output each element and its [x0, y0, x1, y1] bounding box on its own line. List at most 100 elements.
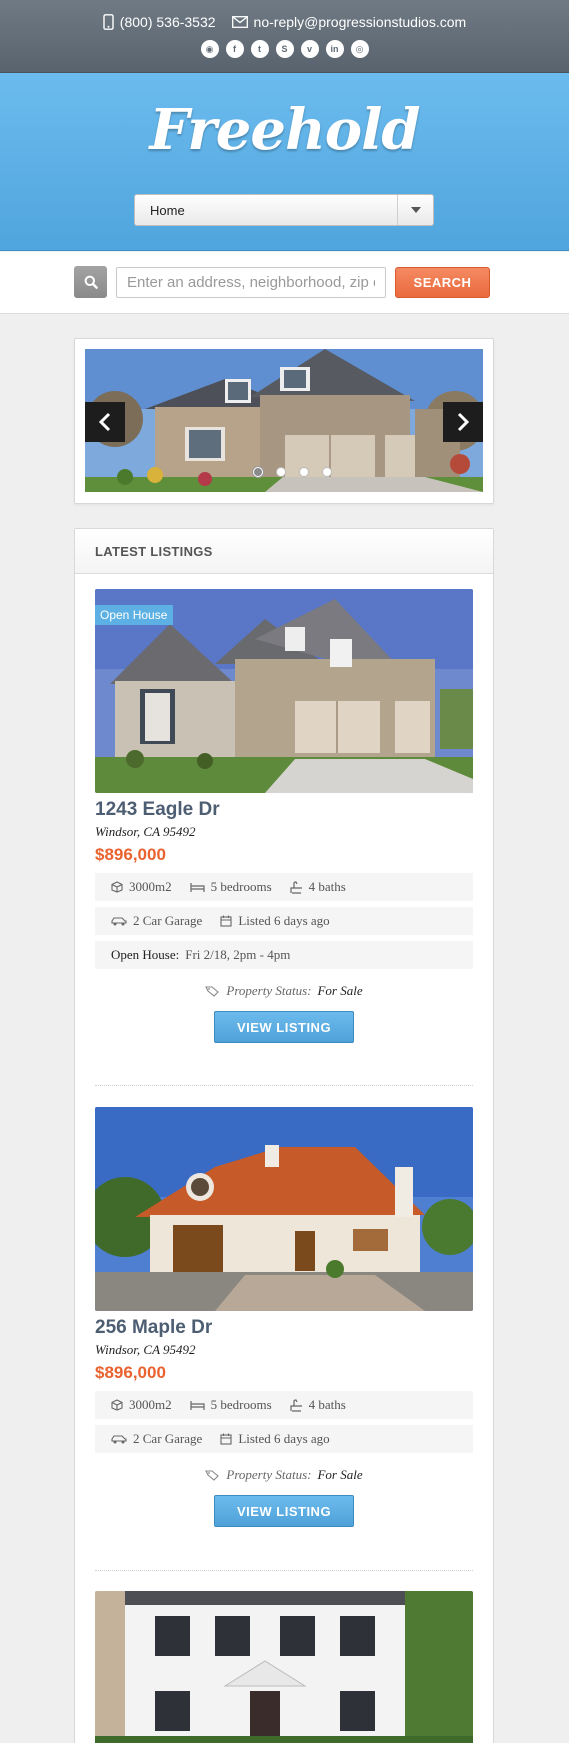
- open-house-time: Fri 2/18, 2pm - 4pm: [185, 947, 291, 962]
- calendar-icon: [220, 915, 232, 927]
- listing-divider: [95, 1570, 473, 1571]
- skype-icon[interactable]: S: [275, 40, 294, 58]
- listing-divider: [95, 1085, 473, 1086]
- open-house-info: Open House: Fri 2/18, 2pm - 4pm: [111, 947, 290, 963]
- listing-specs-row: 3000m2 5 bedrooms 4 baths: [95, 873, 473, 901]
- site-header: Freehold Home: [0, 73, 569, 251]
- area-value: 3000m2: [129, 1397, 172, 1412]
- section-title: LATEST LISTINGS: [75, 529, 493, 574]
- bedrooms-value: 5 bedrooms: [210, 1397, 272, 1412]
- listing-photo[interactable]: [95, 1591, 473, 1743]
- chevron-left-icon: [98, 412, 111, 432]
- nav-menu-select[interactable]: Home: [134, 194, 434, 226]
- site-logo[interactable]: Freehold: [0, 97, 569, 163]
- garage-spec: 2 Car Garage: [111, 1431, 202, 1447]
- cube-icon: [111, 881, 123, 893]
- open-house-badge: Open House: [95, 605, 174, 625]
- listing-photo[interactable]: [95, 1107, 473, 1311]
- view-listing-button[interactable]: VIEW LISTING: [214, 1011, 354, 1043]
- status-label: Property Status:: [226, 1467, 312, 1482]
- search-bar: SEARCH: [0, 252, 569, 314]
- search-icon: [84, 275, 98, 289]
- slider-dot[interactable]: [298, 467, 309, 477]
- listing-card: [95, 1591, 473, 1743]
- listing-card: 256 Maple Dr Windsor, CA 95492 $896,000 …: [95, 1107, 473, 1527]
- search-input[interactable]: [116, 267, 386, 298]
- bed-icon: [190, 1400, 205, 1410]
- slider-next-button[interactable]: [443, 402, 483, 442]
- slider-dot[interactable]: [252, 467, 263, 477]
- bedrooms-value: 5 bedrooms: [210, 879, 272, 894]
- twitter-icon[interactable]: t: [250, 40, 269, 58]
- cube-icon: [111, 1399, 123, 1411]
- garage-spec: 2 Car Garage: [111, 913, 202, 929]
- dribbble-icon[interactable]: ◎: [350, 40, 369, 58]
- listing-city: Windsor, CA 95492: [95, 824, 196, 839]
- baths-spec: 4 baths: [290, 879, 346, 895]
- listing-extra-row: 2 Car Garage Listed 6 days ago: [95, 907, 473, 935]
- bath-icon: [290, 880, 302, 894]
- bedrooms-spec: 5 bedrooms: [190, 879, 272, 895]
- slider-prev-button[interactable]: [85, 402, 125, 442]
- status-label: Property Status:: [226, 983, 312, 998]
- baths-spec: 4 baths: [290, 1397, 346, 1413]
- listing-extra-row: 2 Car Garage Listed 6 days ago: [95, 1425, 473, 1453]
- garage-value: 2 Car Garage: [133, 1431, 203, 1446]
- vimeo-icon[interactable]: v: [300, 40, 319, 58]
- listed-value: Listed 6 days ago: [238, 1431, 330, 1446]
- contact-row: (800) 536-3532 no-reply@progressionstudi…: [0, 14, 569, 30]
- email-contact[interactable]: no-reply@progressionstudios.com: [231, 14, 467, 30]
- tag-icon: [205, 1469, 220, 1481]
- listing-card: Open House 1243 Eagle Dr Windsor, CA 954…: [95, 589, 473, 1043]
- property-status: Property Status: For Sale: [95, 983, 473, 999]
- top-contact-bar: (800) 536-3532 no-reply@progressionstudi…: [0, 0, 569, 73]
- garage-value: 2 Car Garage: [133, 913, 203, 928]
- view-listing-button[interactable]: VIEW LISTING: [214, 1495, 354, 1527]
- open-house-row: Open House: Fri 2/18, 2pm - 4pm: [95, 941, 473, 969]
- area-spec: 3000m2: [111, 1397, 172, 1413]
- listing-price: $896,000: [95, 845, 166, 864]
- hero-slider: [74, 338, 494, 504]
- linkedin-icon[interactable]: in: [325, 40, 344, 58]
- mail-icon: [231, 16, 248, 28]
- listing-price: $896,000: [95, 1363, 166, 1382]
- slider-pagination: [75, 467, 495, 477]
- latest-listings-panel: LATEST LISTINGS Open House 1243 Eagle Dr…: [74, 528, 494, 1743]
- rss-icon[interactable]: ◉: [200, 40, 219, 58]
- slider-dot[interactable]: [321, 467, 332, 477]
- car-icon: [111, 917, 127, 926]
- listing-title[interactable]: 256 Maple Dr: [95, 1317, 473, 1339]
- listing-photo[interactable]: Open House: [95, 589, 473, 793]
- bedrooms-spec: 5 bedrooms: [190, 1397, 272, 1413]
- status-value: For Sale: [317, 1467, 363, 1482]
- car-icon: [111, 1435, 127, 1444]
- property-status: Property Status: For Sale: [95, 1467, 473, 1483]
- slider-dot[interactable]: [275, 467, 286, 477]
- social-links: ◉ f t S v in ◎: [0, 40, 569, 58]
- phone-number: (800) 536-3532: [119, 14, 216, 30]
- listed-date: Listed 6 days ago: [220, 913, 330, 929]
- listing-specs-row: 3000m2 5 bedrooms 4 baths: [95, 1391, 473, 1419]
- calendar-icon: [220, 1433, 232, 1445]
- status-value: For Sale: [317, 983, 363, 998]
- listing-city: Windsor, CA 95492: [95, 1342, 196, 1357]
- chevron-down-icon: [397, 195, 433, 225]
- area-value: 3000m2: [129, 879, 172, 894]
- baths-value: 4 baths: [308, 879, 346, 894]
- listing-title[interactable]: 1243 Eagle Dr: [95, 799, 473, 821]
- facebook-icon[interactable]: f: [225, 40, 244, 58]
- open-house-label: Open House:: [111, 947, 180, 962]
- phone-contact[interactable]: (800) 536-3532: [103, 14, 216, 30]
- listed-value: Listed 6 days ago: [238, 913, 330, 928]
- phone-icon: [103, 14, 114, 30]
- listed-date: Listed 6 days ago: [220, 1431, 330, 1447]
- bed-icon: [190, 882, 205, 892]
- nav-selected-value: Home: [150, 202, 185, 218]
- search-button[interactable]: SEARCH: [395, 267, 490, 298]
- bath-icon: [290, 1398, 302, 1412]
- search-toggle-button[interactable]: [74, 266, 107, 298]
- baths-value: 4 baths: [308, 1397, 346, 1412]
- chevron-right-icon: [457, 412, 470, 432]
- email-address: no-reply@progressionstudios.com: [253, 14, 467, 30]
- tag-icon: [205, 985, 220, 997]
